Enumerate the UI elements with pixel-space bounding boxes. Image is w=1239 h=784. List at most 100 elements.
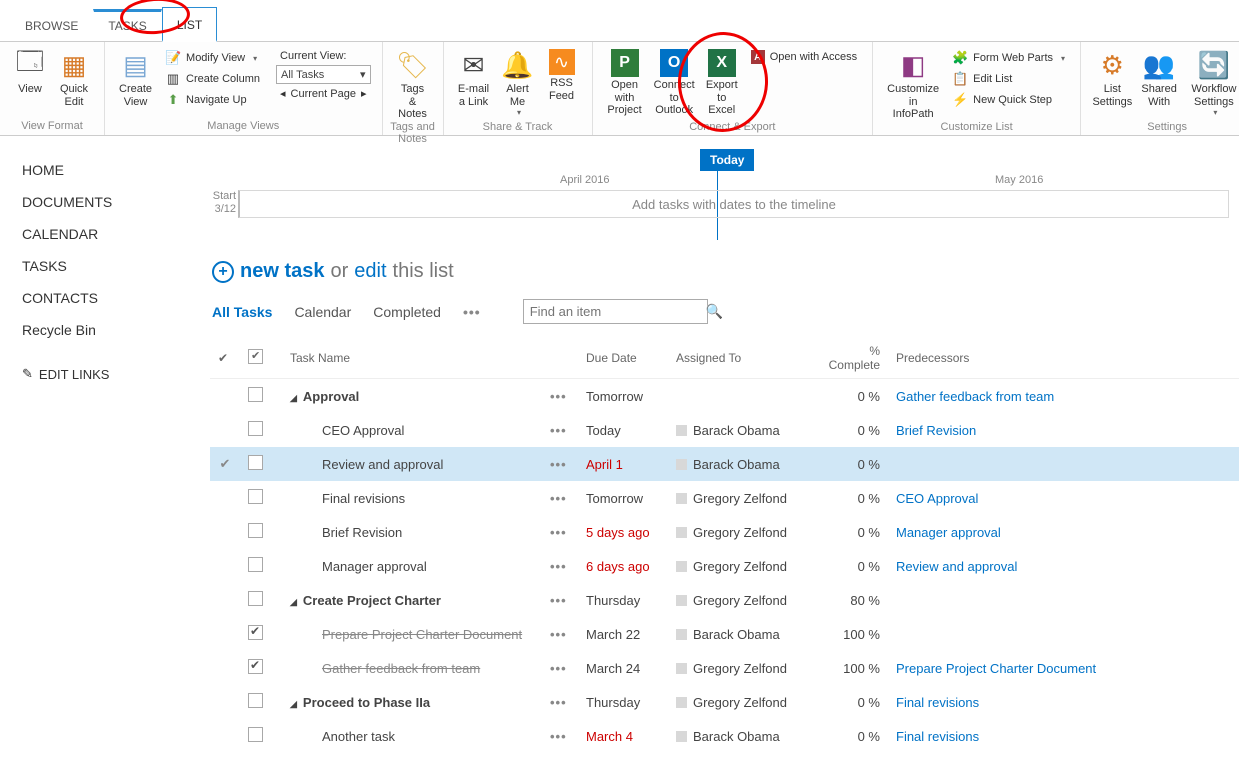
timeline-bar[interactable]: Add tasks with dates to the timeline xyxy=(238,190,1229,218)
task-name[interactable]: Approval xyxy=(290,389,359,404)
row-checkbox[interactable] xyxy=(248,591,263,606)
table-row[interactable]: Final revisions•••TomorrowGregory Zelfon… xyxy=(210,481,1239,515)
row-menu-icon[interactable]: ••• xyxy=(550,661,567,676)
row-checkbox[interactable] xyxy=(248,421,263,436)
nav-recycle[interactable]: Recycle Bin xyxy=(12,314,198,346)
nav-tasks[interactable]: TASKS xyxy=(12,250,198,282)
current-view-select[interactable]: All Tasks▾ xyxy=(276,65,371,84)
col-select-all[interactable]: ✔ xyxy=(240,338,282,379)
new-task-link[interactable]: new task xyxy=(240,260,324,283)
create-view-button[interactable]: ▤ Create View xyxy=(113,47,158,110)
current-page-nav[interactable]: ◂Current Page▸ xyxy=(276,85,371,102)
predecessor-link[interactable]: Review and approval xyxy=(896,559,1017,574)
plus-circle-icon[interactable]: + xyxy=(212,261,234,283)
table-row[interactable]: Approval•••Tomorrow0 %Gather feedback fr… xyxy=(210,379,1239,414)
search-box[interactable]: 🔍 xyxy=(523,299,708,324)
nav-documents[interactable]: DOCUMENTS xyxy=(12,186,198,218)
row-checkbox[interactable] xyxy=(248,455,263,470)
predecessor-link[interactable]: Final revisions xyxy=(896,729,979,744)
row-menu-icon[interactable]: ••• xyxy=(550,627,567,642)
form-web-parts-button[interactable]: 🧩Form Web Parts xyxy=(948,48,1069,68)
row-checkbox[interactable] xyxy=(248,387,263,402)
col-pct[interactable]: % Complete xyxy=(808,338,888,379)
col-task[interactable]: Task Name xyxy=(282,338,542,379)
table-row[interactable]: Create Project Charter•••ThursdayGregory… xyxy=(210,583,1239,617)
edit-links[interactable]: ✎ EDIT LINKS xyxy=(12,358,198,390)
row-checkbox[interactable] xyxy=(248,727,263,742)
search-input[interactable] xyxy=(530,304,706,319)
nav-contacts[interactable]: CONTACTS xyxy=(12,282,198,314)
col-pred[interactable]: Predecessors xyxy=(888,338,1239,379)
table-row[interactable]: ✔Review and approval•••April 1Barack Oba… xyxy=(210,447,1239,481)
tab-browse[interactable]: BROWSE xyxy=(10,8,93,41)
task-name[interactable]: Prepare Project Charter Document xyxy=(290,627,522,642)
row-menu-icon[interactable]: ••• xyxy=(550,457,567,472)
row-menu-icon[interactable]: ••• xyxy=(550,389,567,404)
list-settings-button[interactable]: ⚙ List Settings xyxy=(1089,47,1136,110)
edit-list-link[interactable]: edit xyxy=(354,260,386,283)
quick-edit-button[interactable]: ▦ Quick Edit xyxy=(52,47,96,110)
task-name[interactable]: Gather feedback from team xyxy=(290,661,480,676)
table-row[interactable]: Proceed to Phase IIa•••ThursdayGregory Z… xyxy=(210,685,1239,719)
create-column-button[interactable]: ▥Create Column xyxy=(161,69,264,89)
view-all-tasks[interactable]: All Tasks xyxy=(212,304,272,320)
modify-view-button[interactable]: 📝Modify View xyxy=(161,48,264,68)
page-prev-icon[interactable]: ◂ xyxy=(280,87,286,100)
table-row[interactable]: Gather feedback from team•••March 24Greg… xyxy=(210,651,1239,685)
row-menu-icon[interactable]: ••• xyxy=(550,525,567,540)
open-with-project-button[interactable]: P Open with Project xyxy=(601,47,649,119)
tab-tasks[interactable]: TASKS xyxy=(93,9,161,41)
row-menu-icon[interactable]: ••• xyxy=(550,491,567,506)
view-more[interactable]: ••• xyxy=(463,304,481,320)
predecessor-link[interactable]: Manager approval xyxy=(896,525,1001,540)
row-menu-icon[interactable]: ••• xyxy=(550,729,567,744)
predecessor-link[interactable]: Final revisions xyxy=(896,695,979,710)
row-checkbox[interactable] xyxy=(248,523,263,538)
table-row[interactable]: Another task•••March 4Barack Obama0 %Fin… xyxy=(210,719,1239,753)
nav-calendar[interactable]: CALENDAR xyxy=(12,218,198,250)
task-name[interactable]: CEO Approval xyxy=(290,423,404,438)
task-name[interactable]: Proceed to Phase IIa xyxy=(290,695,430,710)
row-menu-icon[interactable]: ••• xyxy=(550,423,567,438)
table-row[interactable]: Prepare Project Charter Document•••March… xyxy=(210,617,1239,651)
task-name[interactable]: Create Project Charter xyxy=(290,593,441,608)
task-name[interactable]: Brief Revision xyxy=(290,525,402,540)
rss-feed-button[interactable]: ∿ RSS Feed xyxy=(540,47,584,104)
workflow-settings-button[interactable]: 🔄 Workflow Settings xyxy=(1183,47,1239,119)
edit-list-button[interactable]: 📋Edit List xyxy=(948,69,1069,89)
predecessor-link[interactable]: CEO Approval xyxy=(896,491,978,506)
navigate-up-button[interactable]: ⬆Navigate Up xyxy=(161,90,264,110)
table-row[interactable]: Manager approval•••6 days agoGregory Zel… xyxy=(210,549,1239,583)
row-menu-icon[interactable]: ••• xyxy=(550,593,567,608)
nav-home[interactable]: HOME xyxy=(12,154,198,186)
open-with-access-button[interactable]: AOpen with Access xyxy=(747,48,861,66)
predecessor-link[interactable]: Gather feedback from team xyxy=(896,389,1054,404)
select-all-checkbox[interactable]: ✔ xyxy=(248,349,263,364)
alert-me-button[interactable]: 🔔 Alert Me xyxy=(496,47,540,119)
row-checkbox[interactable] xyxy=(248,693,263,708)
email-link-button[interactable]: ✉ E-mail a Link xyxy=(452,47,496,110)
row-checkbox[interactable] xyxy=(248,659,263,674)
view-completed[interactable]: Completed xyxy=(373,304,441,320)
row-checkbox[interactable] xyxy=(248,625,263,640)
task-name[interactable]: Another task xyxy=(290,729,395,744)
tab-list[interactable]: LIST xyxy=(162,7,217,42)
table-row[interactable]: Brief Revision•••5 days agoGregory Zelfo… xyxy=(210,515,1239,549)
export-to-excel-button[interactable]: X Export to Excel xyxy=(700,47,744,119)
predecessor-link[interactable]: Prepare Project Charter Document xyxy=(896,661,1096,676)
col-assigned[interactable]: Assigned To xyxy=(668,338,808,379)
task-name[interactable]: Review and approval xyxy=(290,457,443,472)
page-next-icon[interactable]: ▸ xyxy=(361,87,367,100)
task-name[interactable]: Manager approval xyxy=(290,559,427,574)
predecessor-link[interactable]: Brief Revision xyxy=(896,423,976,438)
row-menu-icon[interactable]: ••• xyxy=(550,695,567,710)
table-row[interactable]: CEO Approval•••TodayBarack Obama0 %Brief… xyxy=(210,413,1239,447)
search-icon[interactable]: 🔍 xyxy=(706,303,723,320)
row-checkbox[interactable] xyxy=(248,489,263,504)
row-checkbox[interactable] xyxy=(248,557,263,572)
col-due[interactable]: Due Date xyxy=(578,338,668,379)
view-calendar[interactable]: Calendar xyxy=(294,304,351,320)
customize-infopath-button[interactable]: ◧ Customize in InfoPath xyxy=(881,47,945,123)
row-menu-icon[interactable]: ••• xyxy=(550,559,567,574)
tags-notes-button[interactable]: 🏷 Tags & Notes xyxy=(391,47,435,123)
